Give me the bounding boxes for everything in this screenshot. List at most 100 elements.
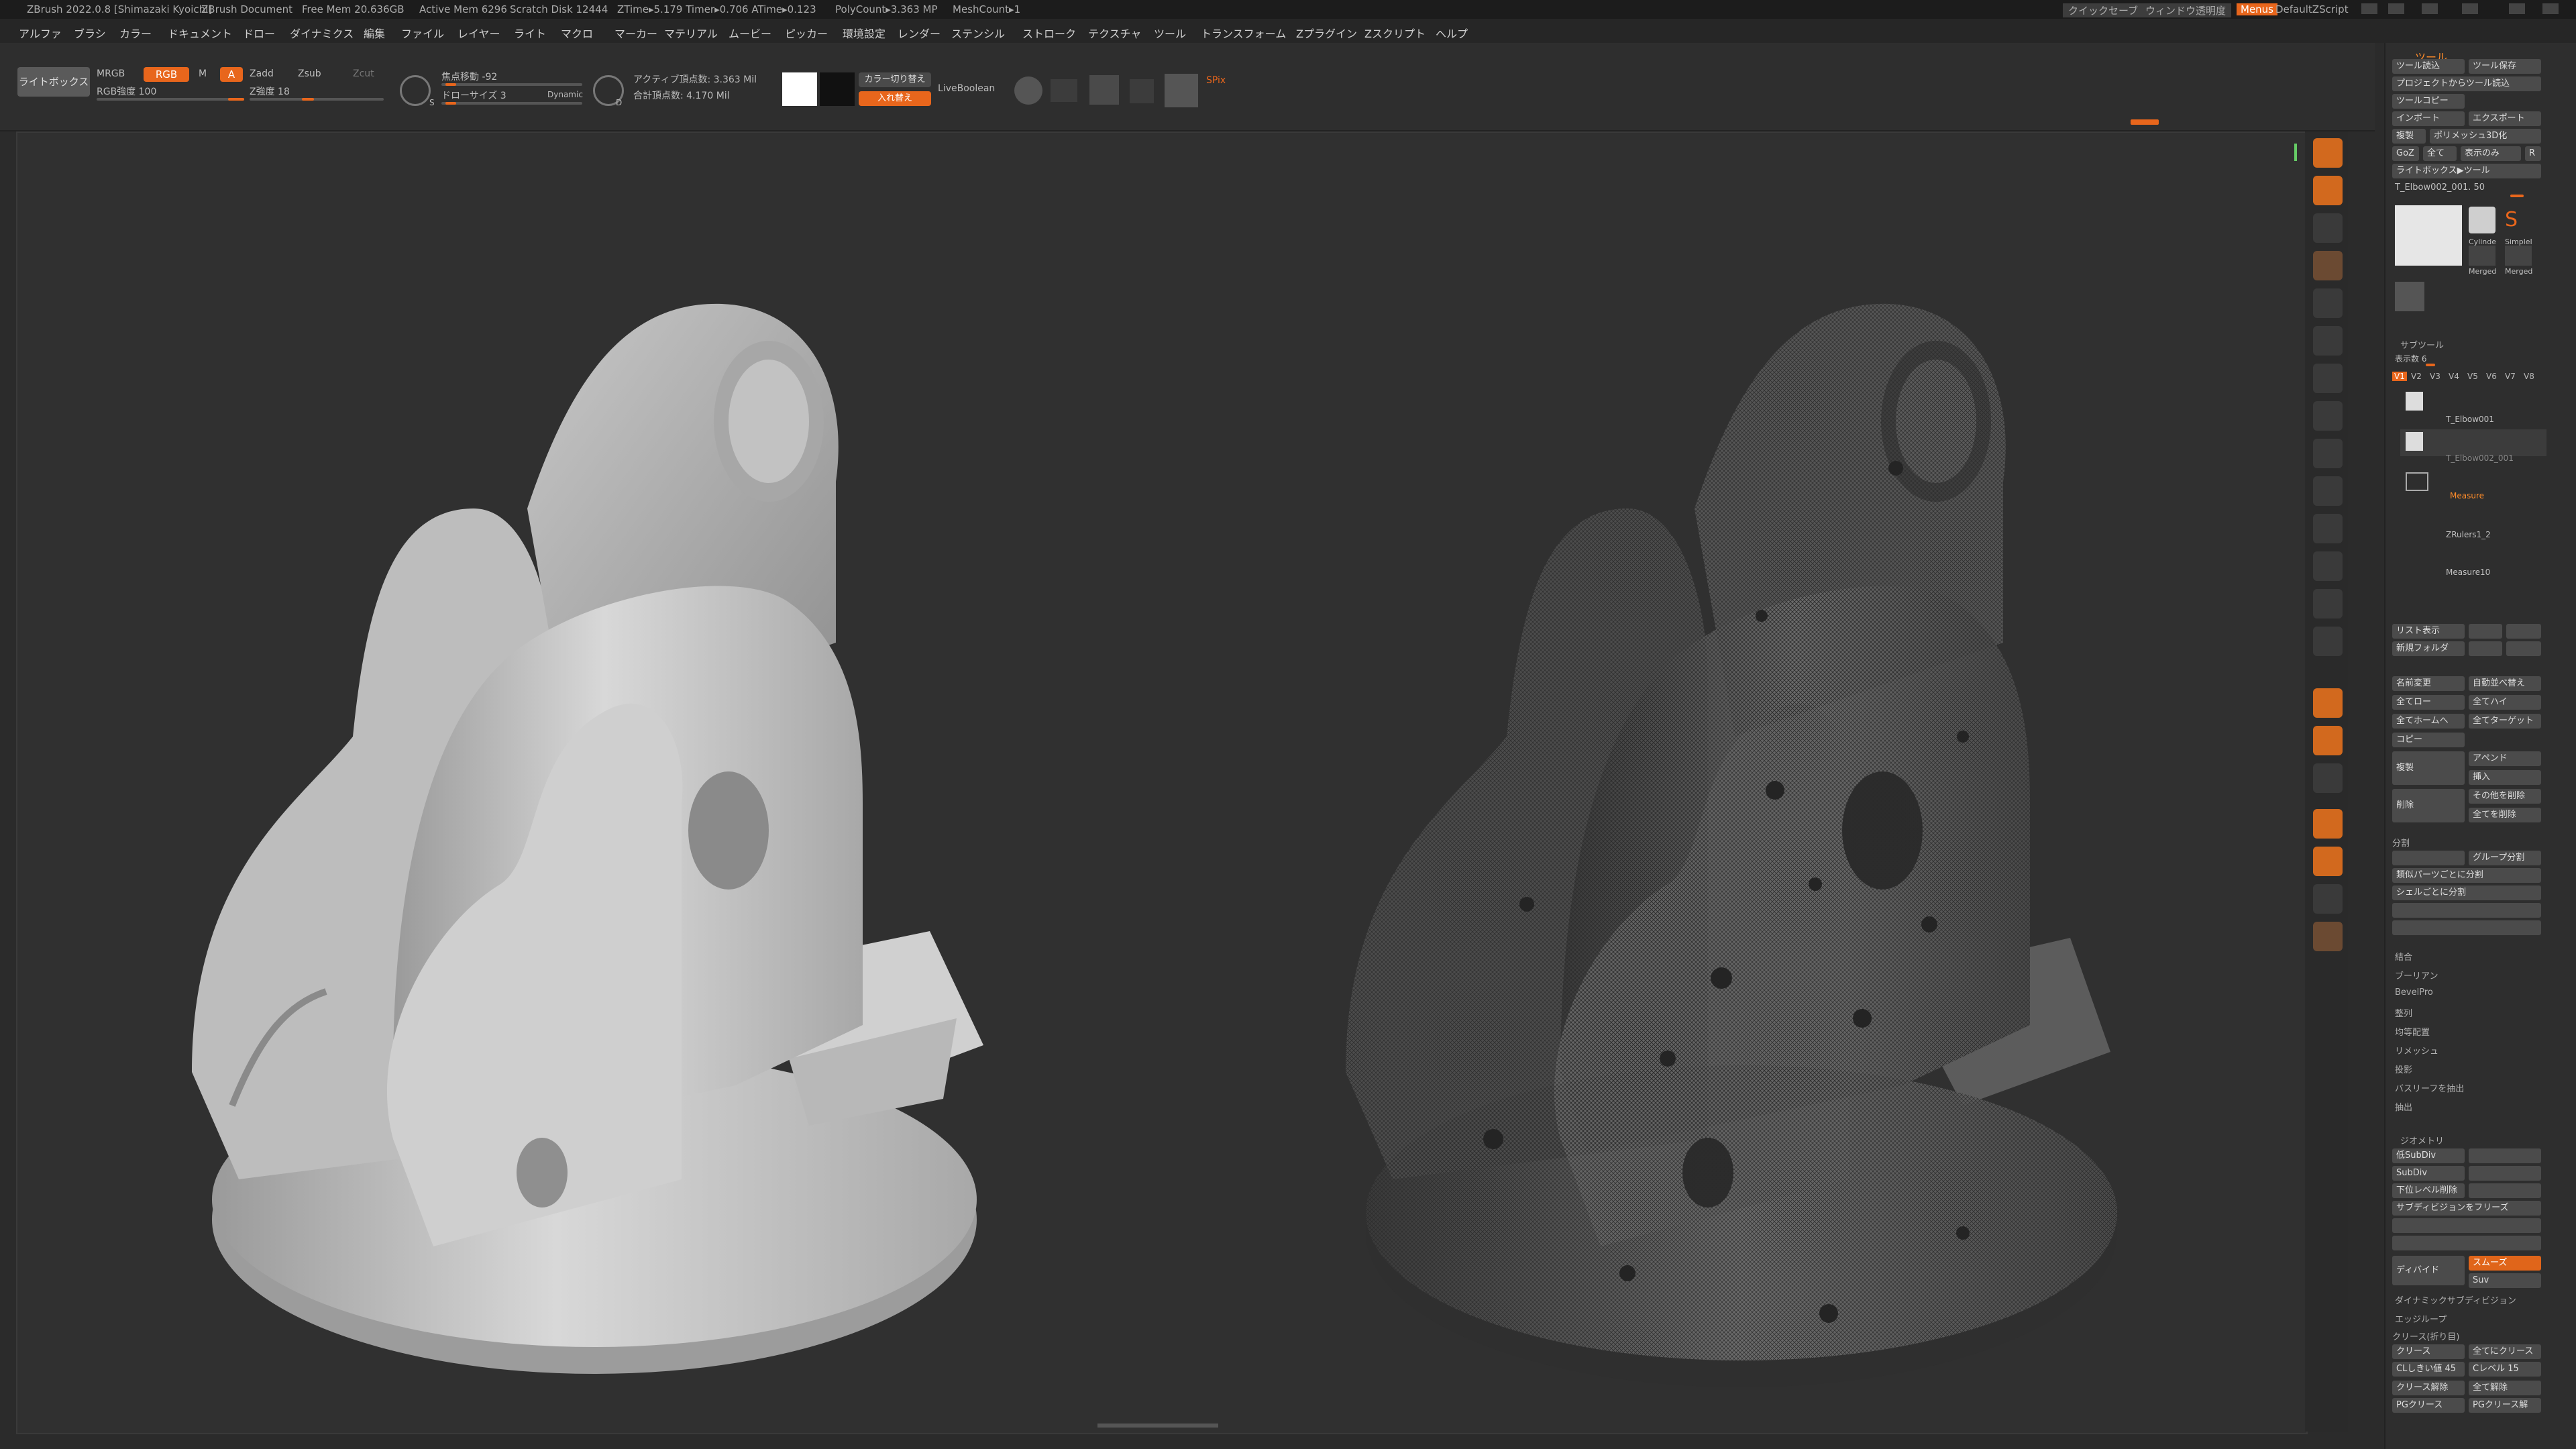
layout-icon[interactable] bbox=[2361, 3, 2377, 14]
menu-item[interactable]: マクロ bbox=[561, 25, 593, 41]
lock-icon[interactable] bbox=[1130, 79, 1154, 103]
tool-slider-handle[interactable] bbox=[2510, 195, 2524, 197]
pt-selection-icon[interactable] bbox=[1051, 79, 1077, 102]
dynamic-perspective-icon[interactable] bbox=[1089, 75, 1119, 105]
version-button[interactable]: V4 bbox=[2449, 372, 2459, 381]
reconstruct-button[interactable] bbox=[2469, 1166, 2541, 1181]
save-tool-button[interactable]: ツール保存 bbox=[2469, 59, 2541, 74]
rgb-intensity-slider[interactable] bbox=[97, 98, 244, 101]
stroke-icon[interactable] bbox=[2313, 364, 2343, 393]
close-icon[interactable] bbox=[2542, 3, 2559, 14]
zcut-toggle[interactable]: Zcut bbox=[353, 68, 374, 79]
merged-thumbnail[interactable] bbox=[2469, 246, 2496, 266]
version-button[interactable]: V7 bbox=[2505, 372, 2516, 381]
pg-crease-button[interactable]: PGクリース bbox=[2392, 1398, 2465, 1413]
transp-icon[interactable] bbox=[2313, 847, 2343, 876]
menu-item[interactable]: ストローク bbox=[1022, 25, 1076, 41]
alpha-icon[interactable] bbox=[2313, 401, 2343, 431]
focal-shift-icon[interactable] bbox=[400, 75, 431, 106]
menu-item[interactable]: レイヤー bbox=[458, 25, 500, 41]
material-icon[interactable] bbox=[1165, 74, 1198, 107]
subtool-name[interactable]: T_Elbow001 bbox=[2446, 415, 2494, 424]
new-folder-button[interactable]: 新規フォルダ bbox=[2392, 641, 2465, 656]
merge-section[interactable]: 結合 bbox=[2395, 950, 2412, 963]
scale-icon[interactable] bbox=[2313, 251, 2343, 280]
menu-item[interactable]: ピッカー bbox=[785, 25, 828, 41]
default-zscript[interactable]: DefaultZScript bbox=[2275, 3, 2349, 15]
bevelpro-section[interactable]: BevelPro bbox=[2395, 987, 2433, 998]
group-split-button[interactable]: グループ分割 bbox=[2469, 851, 2541, 865]
menu-item[interactable]: テクスチャ bbox=[1088, 25, 1141, 41]
move-up-icon[interactable] bbox=[2506, 641, 2541, 656]
merged-thumbnail[interactable] bbox=[2505, 246, 2532, 266]
tool-thumbnail[interactable] bbox=[2395, 205, 2462, 266]
subtool-section-title[interactable]: サブツール bbox=[2400, 338, 2444, 351]
disabled-button[interactable] bbox=[2392, 1236, 2541, 1250]
menu-item[interactable]: マテリアル bbox=[664, 25, 718, 41]
geometry-section[interactable]: ジオメトリ bbox=[2400, 1134, 2444, 1146]
ghost-icon[interactable] bbox=[2313, 884, 2343, 914]
make-polymesh-button[interactable]: ポリメッシュ3D化 bbox=[2430, 129, 2541, 144]
subtool-thumbnail[interactable] bbox=[2406, 392, 2423, 411]
subtool-name[interactable]: T_Elbow002_001 bbox=[2446, 453, 2514, 463]
edge-loop-section[interactable]: エッジループ bbox=[2395, 1312, 2447, 1325]
split-disabled-button[interactable] bbox=[2392, 903, 2541, 918]
import-button[interactable]: インポート bbox=[2392, 111, 2465, 126]
subtool-name[interactable]: Measure10 bbox=[2446, 568, 2490, 577]
timeline-marker[interactable] bbox=[2131, 119, 2159, 125]
all-to-target-button[interactable]: 全てターゲット bbox=[2469, 714, 2541, 729]
align-section[interactable]: 整列 bbox=[2395, 1006, 2412, 1019]
menu-item[interactable]: 環境設定 bbox=[843, 25, 885, 41]
move-icon[interactable] bbox=[2313, 213, 2343, 243]
bas-relief-section[interactable]: バスリーフを抽出 bbox=[2395, 1081, 2464, 1094]
version-button[interactable]: V5 bbox=[2467, 372, 2478, 381]
menu-item[interactable]: トランスフォーム bbox=[1201, 25, 1286, 41]
rename-button[interactable]: 名前変更 bbox=[2392, 676, 2465, 691]
solo-icon[interactable] bbox=[2313, 922, 2343, 951]
menu-item[interactable]: ヘルプ bbox=[1436, 25, 1468, 41]
split-section[interactable]: 分割 bbox=[2392, 836, 2410, 849]
menu-item[interactable]: ドロー bbox=[243, 25, 275, 41]
floor-icon[interactable] bbox=[2313, 726, 2343, 755]
visible-button[interactable]: 表示のみ bbox=[2461, 146, 2521, 161]
menu-item[interactable]: ドキュメント bbox=[168, 25, 232, 41]
distribute-section[interactable]: 均等配置 bbox=[2395, 1025, 2430, 1038]
crease-section[interactable]: クリース(折り目) bbox=[2392, 1330, 2460, 1342]
smooth-toggle[interactable]: スムーズ bbox=[2469, 1256, 2541, 1271]
version-button[interactable]: V6 bbox=[2486, 372, 2497, 381]
dynamic-toggle[interactable]: Dynamic bbox=[547, 90, 583, 99]
main-color-swatch[interactable] bbox=[782, 72, 817, 106]
all-to-home-button[interactable]: 全てホームへ bbox=[2392, 714, 2465, 729]
extract-section[interactable]: 抽出 bbox=[2395, 1100, 2412, 1113]
subdiv-slider[interactable]: SubDiv bbox=[2392, 1166, 2465, 1181]
crease-all-button[interactable]: 全てにクリース bbox=[2469, 1344, 2541, 1359]
menu-item[interactable]: Zスクリプト bbox=[1364, 25, 1426, 41]
menu-item[interactable]: ステンシル bbox=[951, 25, 1005, 41]
load-tool-button[interactable]: ツール読込 bbox=[2392, 59, 2465, 74]
list-all-button[interactable]: リスト表示 bbox=[2392, 624, 2465, 639]
simplebrush-thumbnail[interactable]: S bbox=[2505, 207, 2532, 233]
minimize-icon[interactable] bbox=[2462, 3, 2478, 14]
mrgb-toggle[interactable]: MRGB bbox=[97, 68, 125, 79]
sculptris-icon[interactable] bbox=[1014, 76, 1042, 105]
version-button[interactable]: V8 bbox=[2524, 372, 2534, 381]
draw-size-handle[interactable] bbox=[445, 102, 456, 105]
aahalf-icon[interactable] bbox=[2313, 627, 2343, 656]
swap-button[interactable]: 入れ替え bbox=[859, 91, 931, 106]
menu-item[interactable]: ダイナミクス bbox=[290, 25, 354, 41]
menu-item[interactable]: カラー bbox=[119, 25, 152, 41]
disabled-button[interactable] bbox=[2392, 1218, 2541, 1233]
zadd-toggle[interactable]: Zadd bbox=[250, 68, 274, 79]
version-button[interactable]: V3 bbox=[2430, 372, 2440, 381]
draw-size-slider[interactable] bbox=[441, 102, 582, 105]
append-button[interactable]: アペンド bbox=[2469, 751, 2541, 766]
split-shell-button[interactable]: シェルごとに分割 bbox=[2392, 885, 2541, 900]
menu-item[interactable]: Zプラグイン bbox=[1296, 25, 1357, 41]
brush-icon[interactable] bbox=[2313, 326, 2343, 356]
folder-icon[interactable] bbox=[2406, 472, 2428, 491]
edit-icon[interactable] bbox=[2313, 138, 2343, 168]
all-low-button[interactable]: 全てロー bbox=[2392, 695, 2465, 710]
delete-other-button[interactable]: その他を削除 bbox=[2469, 789, 2541, 804]
suv-toggle[interactable]: Suv bbox=[2469, 1273, 2541, 1288]
focal-shift-handle[interactable] bbox=[445, 83, 456, 86]
